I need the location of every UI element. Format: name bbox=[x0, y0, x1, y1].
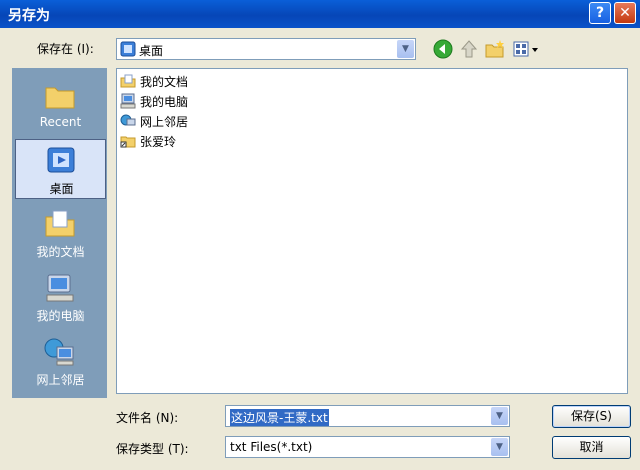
save-in-label: 保存在 (I): bbox=[37, 42, 94, 56]
place-recent[interactable]: Recent bbox=[15, 75, 106, 135]
my-documents-icon bbox=[45, 210, 75, 237]
cancel-button[interactable]: 取消 bbox=[552, 436, 631, 459]
filename-value: 这边风景-王蒙.txt bbox=[230, 409, 329, 426]
save-button[interactable]: 保存(S) bbox=[552, 405, 631, 428]
computer-icon bbox=[46, 274, 74, 302]
filetype-value: txt Files(*.txt) bbox=[230, 440, 313, 454]
file-list[interactable]: 我的文档 我的电脑 网上邻居 张爱玲 bbox=[116, 68, 628, 394]
new-folder-icon[interactable] bbox=[484, 38, 506, 60]
place-label: 我的文档 bbox=[36, 245, 85, 259]
network-icon bbox=[120, 114, 136, 126]
my-documents-icon bbox=[120, 74, 136, 88]
title-bar[interactable]: 另存为 ? ✕ bbox=[0, 0, 640, 28]
place-my-documents[interactable]: 我的文档 bbox=[15, 203, 106, 263]
views-menu-icon[interactable] bbox=[512, 38, 540, 60]
desktop-icon bbox=[120, 41, 136, 57]
place-my-computer[interactable]: 我的电脑 bbox=[15, 267, 106, 327]
folder-shortcut-icon bbox=[120, 136, 136, 148]
save-in-value: 桌面 bbox=[139, 44, 164, 58]
place-label: 桌面 bbox=[49, 182, 74, 196]
window-title: 另存为 bbox=[8, 8, 50, 24]
folder-icon bbox=[45, 87, 75, 109]
filename-input[interactable]: 这边风景-王蒙.txt ▼ bbox=[225, 405, 510, 427]
place-label: Recent bbox=[39, 115, 82, 129]
desktop-icon bbox=[47, 147, 75, 173]
chevron-down-icon[interactable]: ▼ bbox=[397, 40, 414, 58]
file-name: 网上邻居 bbox=[140, 115, 189, 129]
network-icon bbox=[44, 338, 74, 366]
place-desktop[interactable]: 桌面 bbox=[15, 139, 106, 199]
file-name: 我的文档 bbox=[140, 75, 189, 89]
save-in-dropdown[interactable]: 桌面 ▼ bbox=[116, 38, 416, 60]
chevron-down-icon[interactable]: ▼ bbox=[491, 407, 508, 425]
computer-icon bbox=[120, 93, 136, 109]
filename-label: 文件名 (N): bbox=[116, 411, 179, 425]
save-as-dialog: 另存为 ? ✕ 保存在 (I): 桌面 ▼ Recent 桌面 我的文档 我的电… bbox=[0, 0, 640, 470]
back-icon[interactable] bbox=[432, 38, 454, 60]
place-label: 我的电脑 bbox=[36, 309, 85, 323]
chevron-down-icon[interactable]: ▼ bbox=[491, 438, 508, 456]
places-bar: Recent 桌面 我的文档 我的电脑 网上邻居 bbox=[12, 68, 107, 398]
up-folder-icon[interactable] bbox=[458, 38, 480, 60]
file-name: 张爱玲 bbox=[140, 135, 177, 149]
filetype-select[interactable]: txt Files(*.txt) ▼ bbox=[225, 436, 510, 458]
place-network[interactable]: 网上邻居 bbox=[15, 331, 106, 391]
help-button[interactable]: ? bbox=[589, 2, 611, 24]
place-label: 网上邻居 bbox=[36, 373, 85, 387]
filetype-label: 保存类型 (T): bbox=[116, 442, 189, 456]
close-button[interactable]: ✕ bbox=[614, 2, 636, 24]
file-name: 我的电脑 bbox=[140, 95, 189, 109]
